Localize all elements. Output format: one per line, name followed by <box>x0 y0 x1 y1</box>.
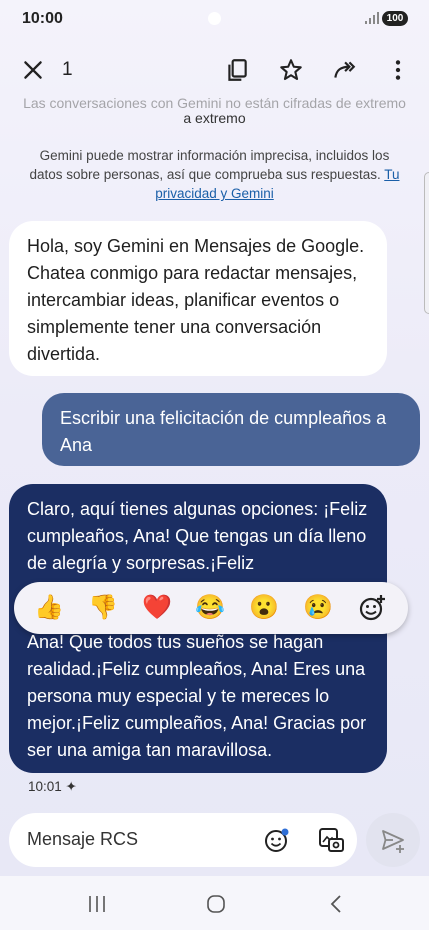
e2e-notice-partial: Las conversaciones con Gemini no están c… <box>23 95 406 109</box>
message-placeholder: Mensaje RCS <box>27 829 139 849</box>
surprised-reaction[interactable]: 😮 <box>248 592 280 624</box>
reply-text-top: Claro, aquí tienes algunas opciones: ¡Fe… <box>27 499 368 573</box>
close-icon[interactable] <box>20 57 46 83</box>
back-icon[interactable] <box>326 893 348 915</box>
reply-text-bottom: Ana! Que todos tus sueños se hagan reali… <box>27 632 367 760</box>
thumbs-down-reaction[interactable]: 👎 <box>87 592 119 624</box>
signal-icon <box>365 12 379 24</box>
laugh-reaction[interactable]: 😂 <box>194 592 226 624</box>
add-reaction-icon[interactable] <box>356 592 388 624</box>
home-icon[interactable] <box>205 893 227 915</box>
user-message[interactable]: Escribir una felicitación de cumpleaños … <box>42 393 420 466</box>
crying-reaction[interactable]: 😢 <box>302 592 334 624</box>
forward-icon[interactable] <box>331 57 357 83</box>
edge-panel-handle[interactable] <box>424 172 429 314</box>
recents-icon[interactable] <box>86 893 108 915</box>
status-time: 10:00 <box>22 10 63 27</box>
message-time: 10:01 ✦ <box>28 779 77 794</box>
e2e-notice: a extremo <box>183 110 246 126</box>
gemini-disclaimer: Gemini puede mostrar información impreci… <box>22 146 407 203</box>
star-icon[interactable] <box>278 57 304 83</box>
more-vert-icon[interactable] <box>385 57 411 83</box>
camera-cutout <box>208 12 221 25</box>
disclaimer-text: Gemini puede mostrar información impreci… <box>29 148 390 182</box>
copy-icon[interactable] <box>224 57 250 83</box>
gallery-icon[interactable] <box>317 826 345 854</box>
emoji-icon[interactable] <box>264 827 290 853</box>
heart-reaction[interactable]: ❤️ <box>141 592 173 624</box>
battery-indicator: 100 <box>382 11 408 26</box>
thumbs-up-reaction[interactable]: 👍 <box>33 592 65 624</box>
selected-count: 1 <box>62 59 73 80</box>
gemini-message[interactable]: Hola, soy Gemini en Mensajes de Google. … <box>9 221 387 376</box>
reaction-picker: 👍 👎 ❤️ 😂 😮 😢 <box>14 582 408 634</box>
send-icon[interactable] <box>380 827 407 854</box>
